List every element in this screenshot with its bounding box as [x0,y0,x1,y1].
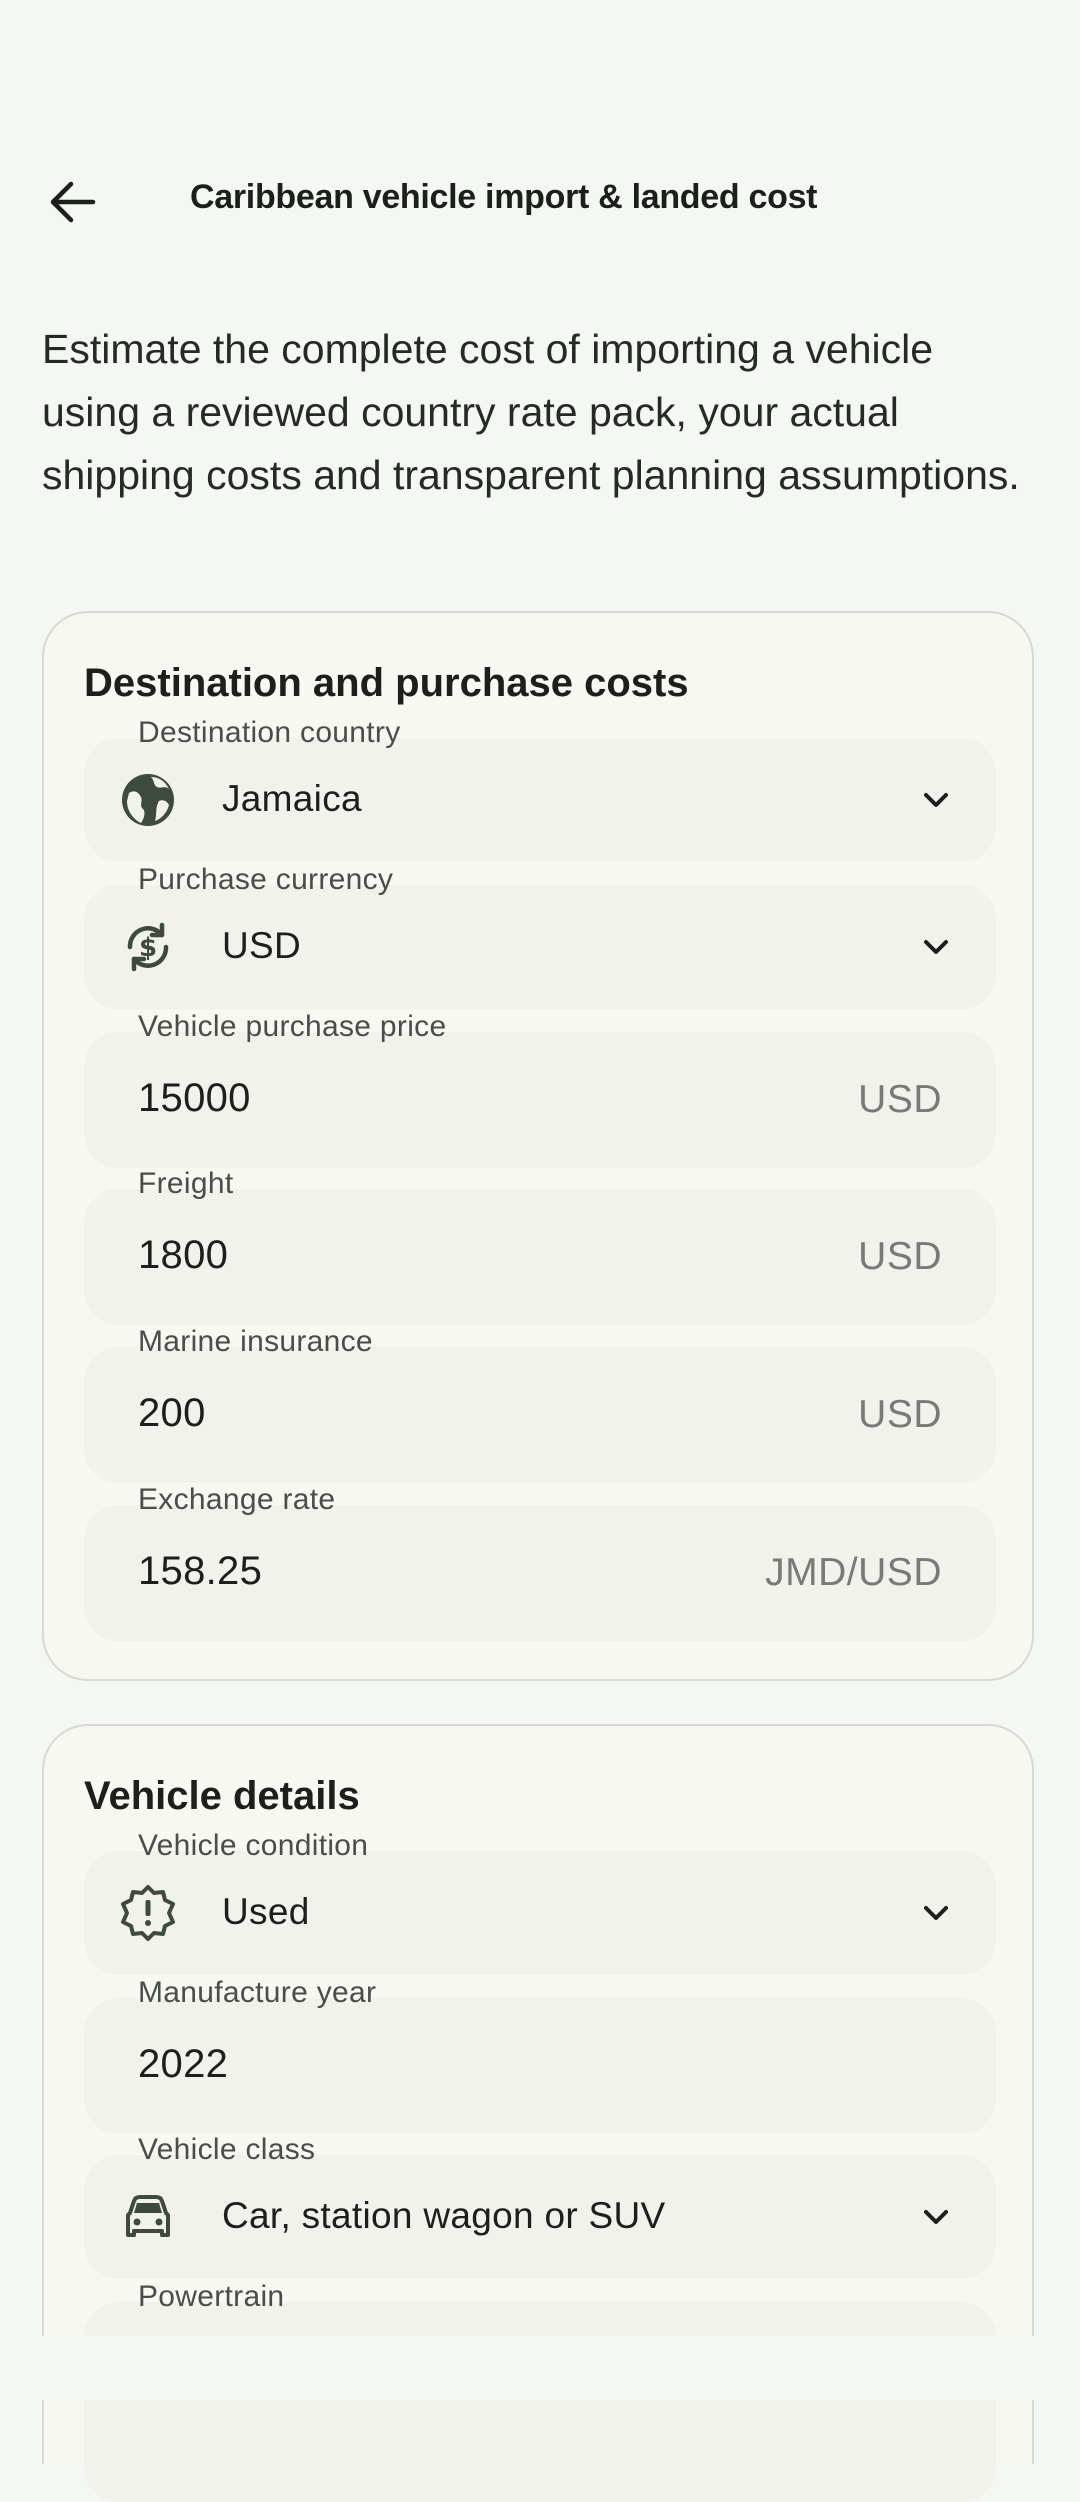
bottom-edge [0,2336,1080,2400]
field-value: 1800 [138,1233,229,1277]
page-title: Caribbean vehicle import & landed cost [190,178,818,216]
purchase-currency-select[interactable]: Purchase currency $ USD [84,863,996,1009]
field-value: USD [222,925,302,966]
powertrain-select[interactable]: Powertrain [84,2280,996,2502]
chevron-down-icon [924,1906,948,1920]
field-suffix: JMD/USD [765,1551,942,1594]
chevron-down-icon [924,2210,948,2224]
card-title: Destination and purchase costs [84,661,689,705]
field-label: Vehicle condition [138,1829,369,1862]
field-label: Manufacture year [138,1976,377,2009]
field-value: Car, station wagon or SUV [222,2195,666,2236]
field-suffix: USD [858,1078,942,1121]
destination-country-select[interactable]: Destination country Jamaica [84,716,996,862]
new-releases-icon [118,1883,178,1943]
card-title: Vehicle details [84,1774,360,1818]
chevron-down-icon [924,793,948,807]
field-label: Vehicle class [138,2133,316,2166]
field-label: Destination country [138,716,401,749]
car-icon [118,2187,178,2247]
field-value: 2022 [138,2042,229,2086]
field-value: Used [222,1891,310,1932]
field-label: Powertrain [138,2280,285,2313]
field-value: 15000 [138,1076,251,1120]
chevron-down-icon [924,940,948,954]
field-label: Exchange rate [138,1483,336,1516]
field-label: Vehicle purchase price [138,1010,447,1043]
field-value: Jamaica [222,778,362,819]
exchange-rate-input[interactable]: Exchange rate 158.25 JMD/USD [84,1483,996,1641]
destination-purchase-card: Destination and purchase costs Destinati… [42,611,1034,1681]
intro-text: Estimate the complete cost of importing … [42,326,1020,498]
arrow-back-icon [50,181,96,223]
currency-exchange-icon: $ [118,917,178,977]
field-value: 158.25 [138,1549,263,1593]
manufacture-year-input[interactable]: Manufacture year 2022 [84,1976,996,2134]
field-label: Freight [138,1167,234,1200]
field-suffix: USD [858,1235,942,1278]
purchase-price-input[interactable]: Vehicle purchase price 15000 USD [84,1010,996,1168]
app-bar: Caribbean vehicle import & landed cost [0,160,1080,244]
vehicle-class-select[interactable]: Vehicle class Car, station wagon or SUV [84,2133,996,2279]
field-value: 200 [138,1391,206,1435]
vehicle-condition-select[interactable]: Vehicle condition Used [84,1829,996,1975]
freight-input[interactable]: Freight 1800 USD [84,1167,996,1325]
globe-icon [118,770,178,830]
field-label: Marine insurance [138,1325,373,1358]
back-button[interactable] [38,172,108,232]
field-suffix: USD [858,1393,942,1436]
marine-insurance-input[interactable]: Marine insurance 200 USD [84,1325,996,1483]
field-label: Purchase currency [138,863,394,896]
svg-text:$: $ [139,933,157,963]
